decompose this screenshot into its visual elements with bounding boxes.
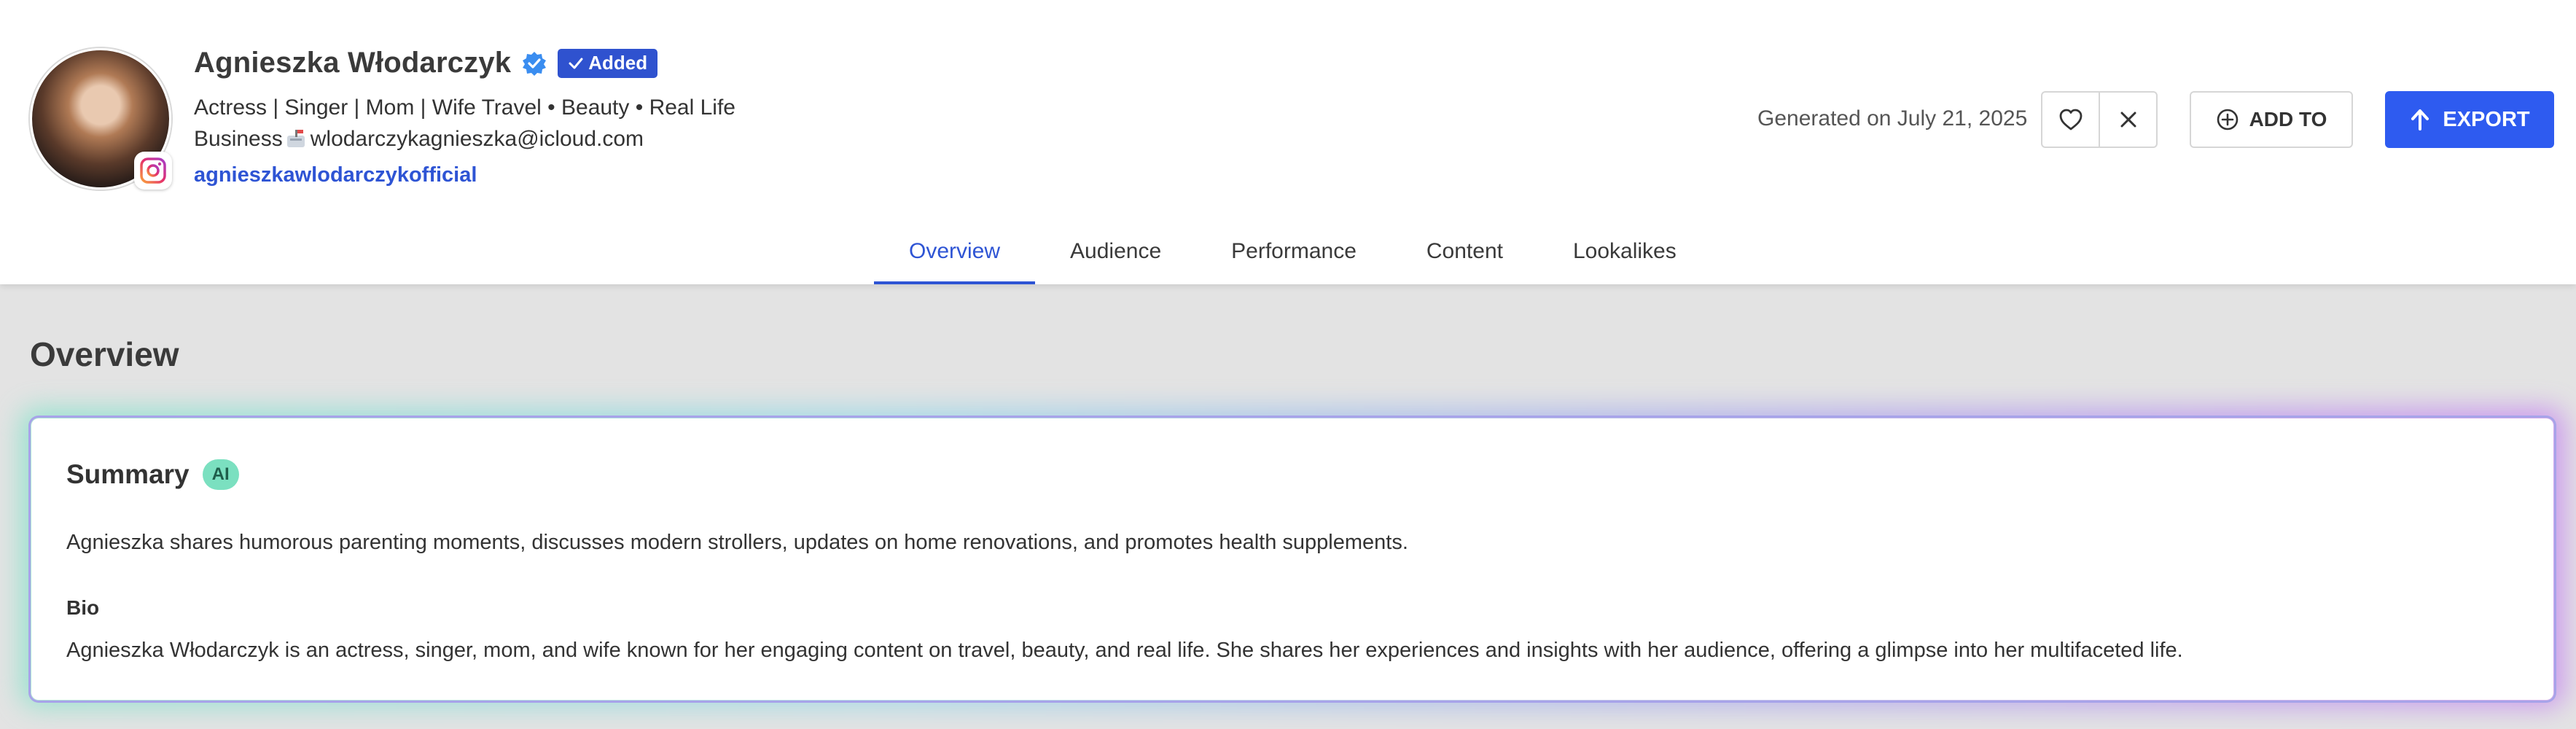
profile-handle-link[interactable]: agnieszkawlodarczykofficial bbox=[194, 163, 477, 187]
verified-icon bbox=[521, 50, 547, 77]
export-label: EXPORT bbox=[2443, 107, 2530, 131]
profile-name: Agnieszka Włodarczyk bbox=[194, 47, 512, 79]
name-row: Agnieszka Włodarczyk Added bbox=[194, 47, 658, 79]
action-icon-group bbox=[2041, 91, 2158, 148]
arrow-up-icon bbox=[2411, 109, 2429, 130]
added-badge: Added bbox=[558, 48, 658, 78]
profile-bio: Actress | Singer | Mom | Wife Travel • B… bbox=[194, 95, 735, 120]
business-line: Business wlodarczykagnieszka@icloud.com bbox=[194, 127, 644, 152]
favorite-button[interactable] bbox=[2042, 93, 2099, 147]
profile-header: Agnieszka Włodarczyk Added Actress | Sin… bbox=[0, 0, 2576, 284]
instagram-icon bbox=[134, 152, 172, 190]
tab-content[interactable]: Content bbox=[1392, 219, 1538, 284]
heart-icon bbox=[2059, 109, 2082, 130]
summary-text: Agnieszka shares humorous parenting mome… bbox=[66, 531, 1408, 554]
add-to-label: ADD TO bbox=[2249, 108, 2327, 130]
business-prefix: Business bbox=[194, 127, 283, 151]
tab-lookalikes[interactable]: Lookalikes bbox=[1538, 219, 1712, 284]
tab-audience[interactable]: Audience bbox=[1035, 219, 1196, 284]
remove-button[interactable] bbox=[2099, 93, 2156, 147]
added-label: Added bbox=[588, 52, 648, 74]
summary-title: Summary bbox=[66, 459, 190, 489]
summary-header: Summary AI bbox=[66, 459, 239, 490]
generated-date: Generated on July 21, 2025 bbox=[1757, 106, 2028, 130]
profile-tabs: Overview Audience Performance Content Lo… bbox=[874, 219, 1712, 284]
summary-card: Summary AI Agnieszka shares humorous par… bbox=[30, 417, 2555, 701]
bio-text: Agnieszka Włodarczyk is an actress, sing… bbox=[66, 639, 2183, 662]
business-email[interactable]: wlodarczykagnieszka@icloud.com bbox=[311, 127, 644, 152]
export-button[interactable]: EXPORT bbox=[2385, 91, 2554, 148]
mailbox-icon bbox=[284, 128, 309, 150]
close-icon bbox=[2120, 112, 2136, 128]
section-title: Overview bbox=[30, 335, 179, 373]
tab-overview[interactable]: Overview bbox=[874, 219, 1036, 284]
bio-label: Bio bbox=[66, 596, 100, 619]
plus-circle-icon bbox=[2217, 109, 2238, 130]
add-to-button[interactable]: ADD TO bbox=[2190, 91, 2353, 148]
tab-performance[interactable]: Performance bbox=[1196, 219, 1392, 284]
ai-badge: AI bbox=[202, 459, 239, 490]
check-icon bbox=[569, 58, 583, 69]
